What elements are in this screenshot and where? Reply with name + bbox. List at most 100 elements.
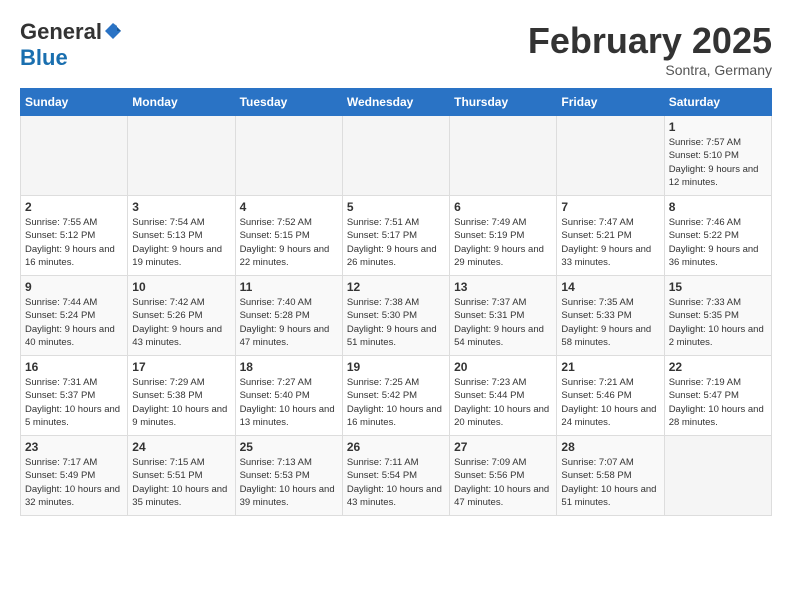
day-number: 7: [561, 200, 659, 214]
day-info: Sunrise: 7:40 AM Sunset: 5:28 PM Dayligh…: [240, 296, 338, 349]
day-number: 3: [132, 200, 230, 214]
calendar-week-row: 2 Sunrise: 7:55 AM Sunset: 5:12 PM Daylig…: [21, 196, 772, 276]
day-number: 20: [454, 360, 552, 374]
calendar-cell: 17 Sunrise: 7:29 AM Sunset: 5:38 PM Dayli…: [128, 356, 235, 436]
day-number: 23: [25, 440, 123, 454]
calendar-cell: 22 Sunrise: 7:19 AM Sunset: 5:47 PM Dayli…: [664, 356, 771, 436]
calendar-cell: 15Sunrise: 7:33 AM Sunset: 5:35 PM Dayli…: [664, 276, 771, 356]
day-info: Sunrise: 7:49 AM Sunset: 5:19 PM Dayligh…: [454, 216, 552, 269]
calendar-cell: 12Sunrise: 7:38 AM Sunset: 5:30 PM Dayli…: [342, 276, 449, 356]
day-number: 10: [132, 280, 230, 294]
calendar-cell: 2 Sunrise: 7:55 AM Sunset: 5:12 PM Daylig…: [21, 196, 128, 276]
day-info: Sunrise: 7:27 AM Sunset: 5:40 PM Dayligh…: [240, 376, 338, 429]
day-info: Sunrise: 7:17 AM Sunset: 5:49 PM Dayligh…: [25, 456, 123, 509]
calendar-cell: 5 Sunrise: 7:51 AM Sunset: 5:17 PM Daylig…: [342, 196, 449, 276]
day-number: 12: [347, 280, 445, 294]
day-number: 27: [454, 440, 552, 454]
calendar-cell: 6 Sunrise: 7:49 AM Sunset: 5:19 PM Daylig…: [450, 196, 557, 276]
weekday-header: Sunday: [21, 89, 128, 116]
calendar-cell: 19 Sunrise: 7:25 AM Sunset: 5:42 PM Dayli…: [342, 356, 449, 436]
logo-blue: Blue: [20, 45, 68, 70]
day-number: 6: [454, 200, 552, 214]
day-info: Sunrise: 7:52 AM Sunset: 5:15 PM Dayligh…: [240, 216, 338, 269]
day-info: Sunrise: 7:19 AM Sunset: 5:47 PM Dayligh…: [669, 376, 767, 429]
calendar-cell: [342, 116, 449, 196]
day-info: Sunrise: 7:15 AM Sunset: 5:51 PM Dayligh…: [132, 456, 230, 509]
calendar-table: SundayMondayTuesdayWednesdayThursdayFrid…: [20, 88, 772, 516]
subtitle: Sontra, Germany: [528, 62, 772, 78]
day-number: 28: [561, 440, 659, 454]
day-number: 24: [132, 440, 230, 454]
calendar-cell: 16Sunrise: 7:31 AM Sunset: 5:37 PM Dayli…: [21, 356, 128, 436]
calendar-week-row: 9Sunrise: 7:44 AM Sunset: 5:24 PM Daylig…: [21, 276, 772, 356]
calendar-cell: 4 Sunrise: 7:52 AM Sunset: 5:15 PM Daylig…: [235, 196, 342, 276]
day-number: 8: [669, 200, 767, 214]
day-number: 17: [132, 360, 230, 374]
day-info: Sunrise: 7:25 AM Sunset: 5:42 PM Dayligh…: [347, 376, 445, 429]
calendar-cell: 26 Sunrise: 7:11 AM Sunset: 5:54 PM Dayli…: [342, 436, 449, 516]
calendar-cell: [664, 436, 771, 516]
page-header: General Blue February 2025 Sontra, Germa…: [20, 20, 772, 78]
day-info: Sunrise: 7:29 AM Sunset: 5:38 PM Dayligh…: [132, 376, 230, 429]
weekday-header: Thursday: [450, 89, 557, 116]
logo: General Blue: [20, 20, 124, 70]
weekday-header: Tuesday: [235, 89, 342, 116]
calendar-cell: [235, 116, 342, 196]
calendar-week-row: 16Sunrise: 7:31 AM Sunset: 5:37 PM Dayli…: [21, 356, 772, 436]
calendar-cell: 27 Sunrise: 7:09 AM Sunset: 5:56 PM Dayli…: [450, 436, 557, 516]
day-info: Sunrise: 7:54 AM Sunset: 5:13 PM Dayligh…: [132, 216, 230, 269]
calendar-cell: [128, 116, 235, 196]
month-title: February 2025: [528, 20, 772, 62]
weekday-header: Wednesday: [342, 89, 449, 116]
calendar-cell: 8 Sunrise: 7:46 AM Sunset: 5:22 PM Daylig…: [664, 196, 771, 276]
weekday-header: Friday: [557, 89, 664, 116]
day-number: 13: [454, 280, 552, 294]
day-number: 4: [240, 200, 338, 214]
day-info: Sunrise: 7:21 AM Sunset: 5:46 PM Dayligh…: [561, 376, 659, 429]
calendar-week-row: 23 Sunrise: 7:17 AM Sunset: 5:49 PM Dayli…: [21, 436, 772, 516]
day-info: Sunrise: 7:37 AM Sunset: 5:31 PM Dayligh…: [454, 296, 552, 349]
day-info: Sunrise: 7:09 AM Sunset: 5:56 PM Dayligh…: [454, 456, 552, 509]
calendar-cell: 1Sunrise: 7:57 AM Sunset: 5:10 PM Daylig…: [664, 116, 771, 196]
weekday-header-row: SundayMondayTuesdayWednesdayThursdayFrid…: [21, 89, 772, 116]
day-number: 25: [240, 440, 338, 454]
day-number: 1: [669, 120, 767, 134]
calendar-cell: 7 Sunrise: 7:47 AM Sunset: 5:21 PM Daylig…: [557, 196, 664, 276]
day-number: 21: [561, 360, 659, 374]
day-info: Sunrise: 7:44 AM Sunset: 5:24 PM Dayligh…: [25, 296, 123, 349]
day-info: Sunrise: 7:46 AM Sunset: 5:22 PM Dayligh…: [669, 216, 767, 269]
day-info: Sunrise: 7:55 AM Sunset: 5:12 PM Dayligh…: [25, 216, 123, 269]
day-number: 2: [25, 200, 123, 214]
day-info: Sunrise: 7:13 AM Sunset: 5:53 PM Dayligh…: [240, 456, 338, 509]
day-info: Sunrise: 7:07 AM Sunset: 5:58 PM Dayligh…: [561, 456, 659, 509]
weekday-header: Monday: [128, 89, 235, 116]
calendar-cell: 10Sunrise: 7:42 AM Sunset: 5:26 PM Dayli…: [128, 276, 235, 356]
day-info: Sunrise: 7:35 AM Sunset: 5:33 PM Dayligh…: [561, 296, 659, 349]
calendar-cell: 23 Sunrise: 7:17 AM Sunset: 5:49 PM Dayli…: [21, 436, 128, 516]
weekday-header: Saturday: [664, 89, 771, 116]
calendar-cell: [21, 116, 128, 196]
day-info: Sunrise: 7:47 AM Sunset: 5:21 PM Dayligh…: [561, 216, 659, 269]
calendar-cell: [450, 116, 557, 196]
day-number: 15: [669, 280, 767, 294]
day-number: 11: [240, 280, 338, 294]
day-info: Sunrise: 7:51 AM Sunset: 5:17 PM Dayligh…: [347, 216, 445, 269]
calendar-week-row: 1Sunrise: 7:57 AM Sunset: 5:10 PM Daylig…: [21, 116, 772, 196]
day-number: 19: [347, 360, 445, 374]
calendar-cell: 3 Sunrise: 7:54 AM Sunset: 5:13 PM Daylig…: [128, 196, 235, 276]
logo-general: General: [20, 19, 102, 44]
day-number: 26: [347, 440, 445, 454]
logo-icon: [103, 21, 123, 41]
title-area: February 2025 Sontra, Germany: [528, 20, 772, 78]
day-info: Sunrise: 7:23 AM Sunset: 5:44 PM Dayligh…: [454, 376, 552, 429]
day-number: 22: [669, 360, 767, 374]
calendar-cell: [557, 116, 664, 196]
day-info: Sunrise: 7:31 AM Sunset: 5:37 PM Dayligh…: [25, 376, 123, 429]
calendar-cell: 21 Sunrise: 7:21 AM Sunset: 5:46 PM Dayli…: [557, 356, 664, 436]
day-info: Sunrise: 7:11 AM Sunset: 5:54 PM Dayligh…: [347, 456, 445, 509]
calendar-cell: 13 Sunrise: 7:37 AM Sunset: 5:31 PM Dayli…: [450, 276, 557, 356]
calendar-cell: 14Sunrise: 7:35 AM Sunset: 5:33 PM Dayli…: [557, 276, 664, 356]
calendar-cell: 24 Sunrise: 7:15 AM Sunset: 5:51 PM Dayli…: [128, 436, 235, 516]
day-number: 18: [240, 360, 338, 374]
day-number: 5: [347, 200, 445, 214]
